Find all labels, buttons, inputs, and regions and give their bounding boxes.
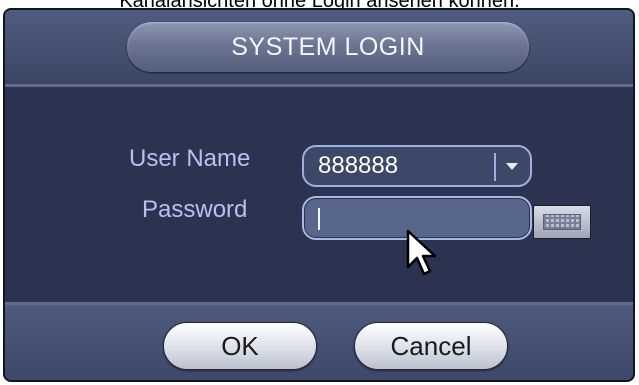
dropdown-divider: [494, 153, 496, 181]
dialog-footer: [5, 305, 633, 380]
dialog-body: [5, 87, 633, 303]
ok-button[interactable]: OK: [163, 322, 317, 370]
dialog-header: SYSTEM LOGIN: [5, 10, 633, 85]
mouse-cursor-icon: [406, 229, 437, 276]
text-caret: [318, 208, 320, 230]
user-name-select[interactable]: 888888: [302, 145, 532, 187]
password-label: Password: [142, 196, 248, 223]
virtual-keyboard-button[interactable]: [533, 205, 591, 239]
user-name-value: 888888: [318, 152, 399, 179]
dialog-title: SYSTEM LOGIN: [127, 22, 529, 72]
user-name-label: User Name: [129, 145, 251, 172]
chevron-down-icon[interactable]: [506, 163, 518, 170]
keyboard-icon: [543, 214, 581, 230]
system-login-dialog: SYSTEM LOGIN: [3, 8, 635, 382]
cancel-button[interactable]: Cancel: [354, 322, 508, 370]
